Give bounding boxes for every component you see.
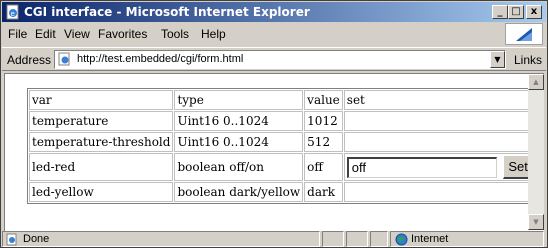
window-title: CGI interface - Microsoft Internet Explo…	[24, 5, 310, 19]
cell-set	[343, 182, 538, 202]
menu-help[interactable]: Help	[201, 27, 226, 41]
address-url: http://test.embedded/cgi/form.html	[77, 53, 244, 65]
status-panel-empty	[346, 231, 368, 247]
cell-value: dark	[304, 182, 343, 202]
table-header-row: var type value set	[29, 90, 538, 110]
header-set: set	[343, 90, 538, 110]
browser-window: e CGI interface - Microsoft Internet Exp…	[0, 0, 548, 248]
cell-var: temperature-threshold	[29, 132, 174, 152]
page-content: var type value set temperature Uint16 0.…	[4, 73, 544, 231]
address-field[interactable]: http://test.embedded/cgi/form.html ▼	[54, 50, 506, 69]
ie-page-icon	[6, 233, 17, 246]
cell-value: 512	[304, 132, 343, 152]
scroll-down-icon[interactable]: ▼	[528, 214, 544, 230]
ie-page-icon	[58, 52, 70, 66]
cell-var: led-yellow	[29, 182, 174, 202]
menu-bar: File Edit View Favorites Tools Help	[2, 23, 546, 45]
maximize-button[interactable]: □	[508, 5, 524, 19]
table-row: temperature Uint16 0..1024 1012	[29, 111, 538, 131]
table-row: temperature-threshold Uint16 0..1024 512	[29, 132, 538, 152]
svg-text:e: e	[11, 10, 15, 18]
cell-type: Uint16 0..1024	[174, 132, 304, 152]
globe-icon	[395, 233, 408, 246]
menu-view[interactable]: View	[64, 27, 90, 41]
status-text: Done	[23, 233, 50, 245]
minimize-button[interactable]: _	[492, 5, 508, 19]
scroll-up-icon[interactable]: ▲	[528, 74, 544, 90]
chevron-down-icon[interactable]: ▼	[490, 51, 505, 68]
title-bar[interactable]: e CGI interface - Microsoft Internet Exp…	[2, 2, 546, 22]
links-button[interactable]: Links	[514, 53, 542, 67]
cell-value: off	[304, 153, 343, 181]
header-type: type	[174, 90, 304, 110]
header-value: value	[304, 90, 343, 110]
address-bar: Address http://test.embedded/cgi/form.ht…	[2, 47, 546, 71]
variables-table: var type value set temperature Uint16 0.…	[27, 88, 540, 204]
menu-file[interactable]: File	[8, 27, 27, 41]
ie-page-icon: e	[6, 4, 19, 20]
cell-type: Uint16 0..1024	[174, 111, 304, 131]
cell-set	[343, 111, 538, 131]
table-row: led-yellow boolean dark/yellow dark	[29, 182, 538, 202]
table-row: led-red boolean off/on off Set	[29, 153, 538, 181]
header-var: var	[29, 90, 174, 110]
cell-set: Set	[343, 153, 538, 181]
cell-type: boolean dark/yellow	[174, 182, 304, 202]
status-panel-empty	[370, 231, 388, 247]
led-red-input[interactable]	[346, 156, 497, 178]
cell-set	[343, 132, 538, 152]
cell-type: boolean off/on	[174, 153, 304, 181]
status-panel: Done	[2, 231, 320, 247]
menu-edit[interactable]: Edit	[35, 27, 56, 41]
menu-favorites[interactable]: Favorites	[98, 27, 147, 41]
zone-panel: Internet	[390, 231, 544, 247]
menu-tools[interactable]: Tools	[161, 27, 189, 41]
zone-text: Internet	[411, 233, 449, 245]
cell-var: led-red	[29, 153, 174, 181]
address-label: Address	[7, 53, 52, 67]
status-panel-empty	[322, 231, 344, 247]
ie-logo-icon	[505, 23, 543, 45]
vertical-scrollbar[interactable]: ▲ ▼	[528, 74, 544, 230]
close-button[interactable]: x	[526, 5, 542, 19]
status-bar: Done Internet	[2, 231, 546, 247]
cell-value: 1012	[304, 111, 343, 131]
cell-var: temperature	[29, 111, 174, 131]
